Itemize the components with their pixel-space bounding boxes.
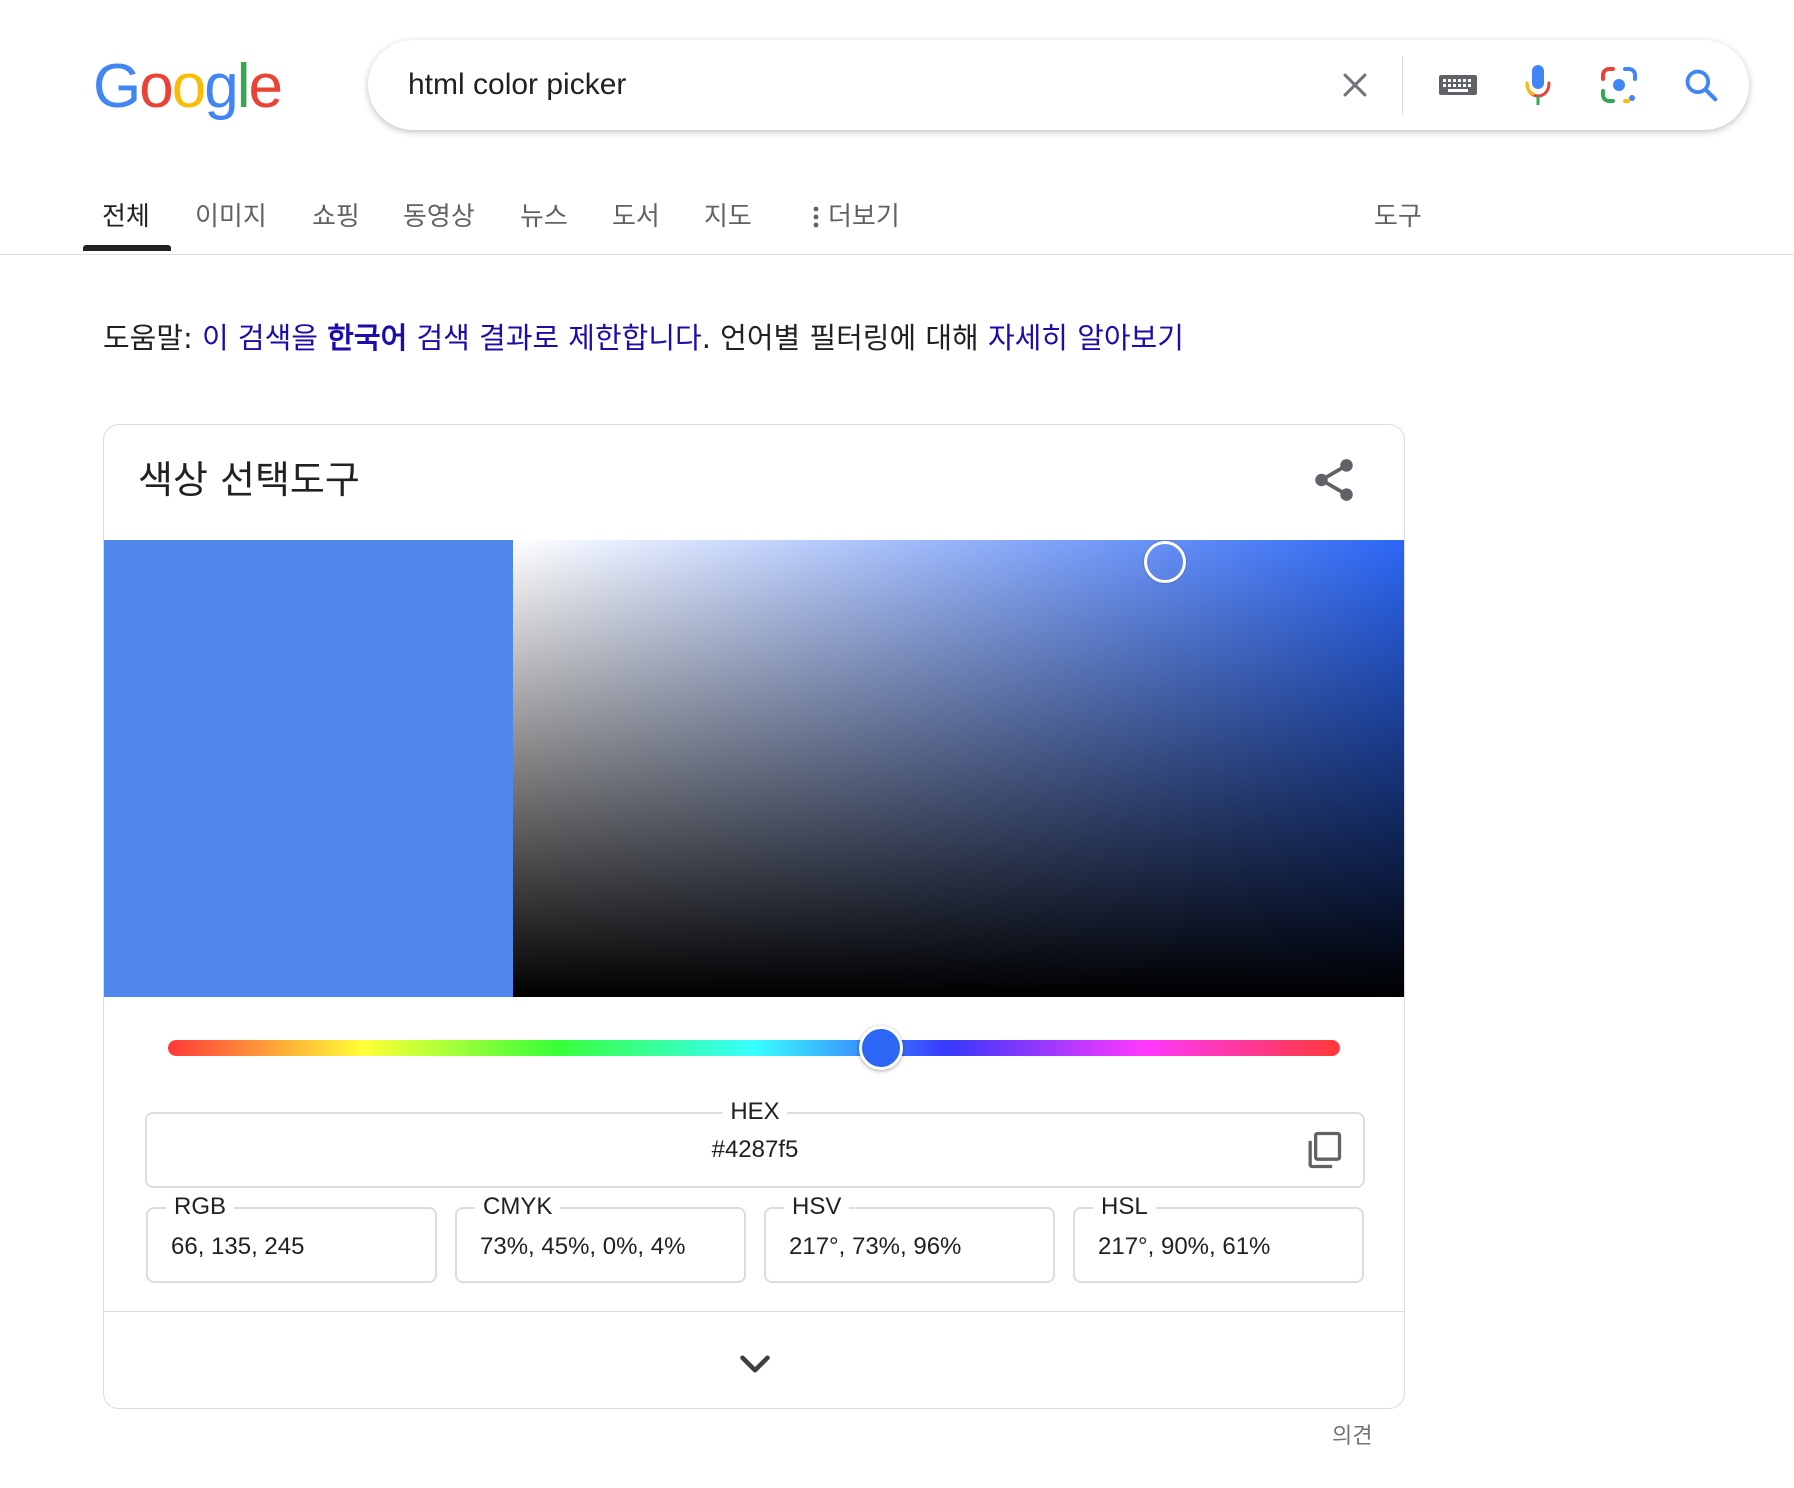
- voice-search-button[interactable]: [1513, 40, 1563, 130]
- tab-maps[interactable]: 지도: [704, 192, 752, 242]
- logo-letter: G: [93, 52, 141, 121]
- hex-value[interactable]: #4287f5: [147, 1134, 1363, 1166]
- restrict-link-language: 한국어: [327, 321, 408, 355]
- card-divider: [104, 1311, 1404, 1312]
- cmyk-field[interactable]: CMYK 73%, 45%, 0%, 4%: [455, 1191, 746, 1283]
- hex-label: HEX: [722, 1096, 788, 1128]
- logo-letter: e: [248, 52, 283, 121]
- tab-shopping[interactable]: 쇼핑: [312, 192, 360, 242]
- restrict-link-part2: 검색 결과로 제한합니다: [416, 321, 702, 355]
- hsl-label: HSL: [1093, 1191, 1156, 1223]
- search-input[interactable]: html color picker: [408, 40, 626, 130]
- logo-letter: g: [204, 52, 239, 121]
- hue-slider[interactable]: [168, 1040, 1340, 1056]
- search-icon: [1685, 69, 1718, 102]
- searchbox-divider: [1402, 56, 1403, 114]
- saturation-value-handle[interactable]: [1144, 541, 1186, 583]
- search-tabs: 전체 이미지 쇼핑 동영상 뉴스 도서 지도 더보기 도구: [0, 180, 1794, 255]
- mic-icon: [1525, 65, 1551, 105]
- restrict-link-part1: 이 검색을: [202, 321, 318, 355]
- clear-search-button[interactable]: [1330, 40, 1380, 130]
- rgb-value[interactable]: 66, 135, 245: [171, 1231, 304, 1263]
- hsv-value[interactable]: 217°, 73%, 96%: [789, 1231, 961, 1263]
- search-box[interactable]: html color picker: [368, 40, 1749, 130]
- hsl-field[interactable]: HSL 217°, 90%, 61%: [1073, 1191, 1364, 1283]
- close-icon: [1343, 73, 1367, 97]
- lens-icon: [1601, 67, 1637, 103]
- active-tab-indicator: [83, 245, 171, 251]
- color-picker-title: 색상 선택도구: [138, 458, 360, 502]
- saturation-value-area[interactable]: [513, 540, 1404, 997]
- help-middle-text: . 언어별 필터링에 대해: [701, 321, 979, 355]
- feedback-link[interactable]: 의견: [1332, 1418, 1372, 1450]
- tab-images[interactable]: 이미지: [195, 192, 267, 242]
- language-help-notice: 도움말: 이 검색을 한국어 검색 결과로 제한합니다. 언어별 필터링에 대해…: [103, 318, 1184, 358]
- rgb-field[interactable]: RGB 66, 135, 245: [146, 1191, 437, 1283]
- hsv-label: HSV: [784, 1191, 850, 1223]
- logo-letter: o: [139, 52, 174, 121]
- keyboard-icon: [1439, 75, 1477, 95]
- cmyk-label: CMYK: [475, 1191, 561, 1223]
- restrict-language-link[interactable]: 이 검색을 한국어 검색 결과로 제한합니다: [202, 321, 702, 355]
- help-prefix: 도움말:: [103, 321, 193, 355]
- tab-tools[interactable]: 도구: [1374, 192, 1422, 242]
- hex-field[interactable]: HEX #4287f5: [145, 1096, 1365, 1188]
- logo-letter: l: [236, 52, 251, 121]
- logo-letter: o: [171, 52, 207, 121]
- tab-more[interactable]: 더보기: [812, 192, 900, 242]
- lens-search-button[interactable]: [1591, 40, 1647, 130]
- tab-more-label: 더보기: [828, 202, 900, 232]
- copy-icon[interactable]: [1301, 1128, 1345, 1172]
- more-vert-icon: [813, 206, 819, 228]
- color-picker-card: 색상 선택도구 HEX #4287f5 RGB 66, 135, 245 CMY…: [103, 424, 1405, 1409]
- hsv-field[interactable]: HSV 217°, 73%, 96%: [764, 1191, 1055, 1283]
- tab-all[interactable]: 전체: [102, 192, 150, 242]
- share-icon[interactable]: [1309, 455, 1359, 505]
- rgb-label: RGB: [166, 1191, 235, 1223]
- search-button[interactable]: [1673, 40, 1729, 130]
- tab-books[interactable]: 도서: [612, 192, 660, 242]
- selected-color-swatch: [104, 540, 513, 997]
- learn-more-link[interactable]: 자세히 알아보기: [988, 321, 1184, 355]
- chevron-down-icon[interactable]: [730, 1339, 780, 1389]
- cmyk-value[interactable]: 73%, 45%, 0%, 4%: [480, 1231, 685, 1263]
- keyboard-button[interactable]: [1430, 40, 1486, 130]
- hsl-value[interactable]: 217°, 90%, 61%: [1098, 1231, 1270, 1263]
- tab-videos[interactable]: 동영상: [403, 192, 475, 242]
- tab-news[interactable]: 뉴스: [520, 192, 568, 242]
- hue-slider-handle[interactable]: [859, 1026, 903, 1070]
- google-logo[interactable]: Google: [93, 52, 283, 122]
